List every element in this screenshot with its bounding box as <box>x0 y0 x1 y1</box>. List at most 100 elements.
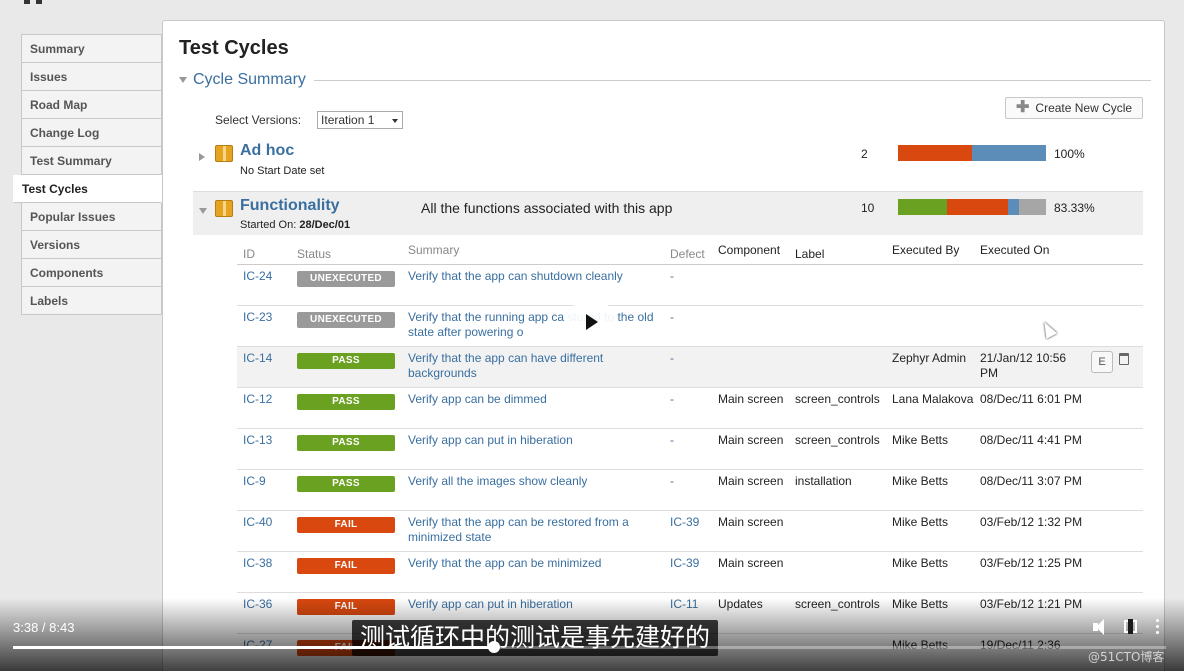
executed-on-cell <box>980 269 1085 305</box>
defect-link[interactable]: - <box>670 474 718 510</box>
cycle-summary-header[interactable]: Cycle Summary <box>179 69 1151 91</box>
col-executed-by-header[interactable]: Executed By <box>892 243 980 264</box>
package-icon <box>215 145 233 162</box>
executed-by-cell: Lana Malakova <box>892 392 974 406</box>
defect-link[interactable]: - <box>670 351 718 387</box>
table-row[interactable]: IC-40 FAIL Verify that the app can be rest… <box>237 511 1143 552</box>
create-new-cycle-button[interactable]: ✚ Create New Cycle <box>1005 97 1143 119</box>
cycle-name[interactable]: Functionality <box>240 197 340 215</box>
expand-arrow-icon[interactable] <box>199 153 205 161</box>
defect-link[interactable]: - <box>670 433 718 469</box>
cycle-name[interactable]: Ad hoc <box>240 142 294 160</box>
row-actions <box>1085 310 1143 346</box>
table-row[interactable]: IC-23 UNEXECUTED Verify that the running a… <box>237 306 1143 347</box>
collapse-arrow-icon[interactable] <box>199 208 207 214</box>
table-row[interactable]: IC-12 PASS Verify app can be dimmed - Main s… <box>237 388 1143 429</box>
status-badge[interactable]: PASS <box>297 476 395 492</box>
test-id-link[interactable]: IC-13 <box>237 433 297 469</box>
cycle-test-count: 10 <box>861 201 875 215</box>
sidebar-item-change-log[interactable]: Change Log <box>21 119 162 147</box>
test-id-link[interactable]: IC-24 <box>237 269 297 305</box>
sidebar-item-road-map[interactable]: Road Map <box>21 91 162 119</box>
trash-icon[interactable] <box>1119 353 1129 365</box>
test-summary-link[interactable]: Verify that the app can be minimized <box>408 556 670 592</box>
test-id-link[interactable]: IC-14 <box>237 351 297 387</box>
row-actions <box>1085 433 1143 469</box>
table-row[interactable]: IC-13 PASS Verify app can put in hiberatio… <box>237 429 1143 470</box>
row-actions <box>1085 556 1143 592</box>
sidebar-item-issues[interactable]: Issues <box>21 63 162 91</box>
status-cell: FAIL <box>297 556 408 592</box>
video-seek-bar[interactable] <box>13 641 1166 653</box>
play-icon[interactable] <box>567 298 615 346</box>
status-badge[interactable]: UNEXECUTED <box>297 271 395 287</box>
test-id-link[interactable]: IC-23 <box>237 310 297 346</box>
sidebar-item-test-cycles[interactable]: Test Cycles <box>13 175 162 203</box>
table-row[interactable]: IC-24 UNEXECUTED Verify that the app can s… <box>237 265 1143 306</box>
volume-icon[interactable] <box>1093 619 1111 635</box>
col-status-header[interactable]: Status <box>297 243 408 264</box>
table-row[interactable]: IC-38 FAIL Verify that the app can be mini… <box>237 552 1143 593</box>
executed-on-cell: 03/Feb/12 1:32 PM <box>980 515 1083 529</box>
test-summary-link[interactable]: Verify all the images show cleanly <box>408 474 670 510</box>
section-divider <box>313 79 1151 81</box>
table-row[interactable]: IC-9 PASS Verify all the images show clean… <box>237 470 1143 511</box>
test-id-link[interactable]: IC-38 <box>237 556 297 592</box>
sidebar-item-test-summary[interactable]: Test Summary <box>21 147 162 175</box>
status-cell: PASS <box>297 392 408 428</box>
sidebar-item-popular-issues[interactable]: Popular Issues <box>21 203 162 231</box>
more-options-icon[interactable] <box>1156 619 1160 635</box>
col-component-header[interactable]: Component <box>718 243 795 264</box>
defect-link[interactable]: - <box>670 310 718 346</box>
test-id-link[interactable]: IC-9 <box>237 474 297 510</box>
col-defect-header[interactable]: Defect <box>670 243 718 264</box>
defect-link[interactable]: - <box>670 269 718 305</box>
table-row[interactable]: IC-14 PASS Verify that the app can have di… <box>237 347 1143 388</box>
video-subtitle: 测试循环中的测试是事先建好的 <box>352 620 719 656</box>
cycle-percent: 83.33% <box>1054 201 1095 215</box>
test-summary-link[interactable]: Verify that the app can have different b… <box>408 351 670 387</box>
edit-button[interactable]: E <box>1091 351 1113 373</box>
component-cell <box>718 351 795 387</box>
status-badge[interactable]: UNEXECUTED <box>297 312 395 328</box>
executed-on-cell: 08/Dec/11 4:41 PM <box>980 433 1082 447</box>
row-actions <box>1085 515 1143 551</box>
executed-on-cell: 08/Dec/11 6:01 PM <box>980 392 1082 406</box>
col-executed-on-header[interactable]: Executed On <box>980 243 1085 264</box>
fullscreen-icon[interactable] <box>1124 619 1137 634</box>
col-summary-header[interactable]: Summary <box>408 243 670 264</box>
test-summary-link[interactable]: Verify that the app can be restored from… <box>408 515 670 551</box>
sidebar-item-components[interactable]: Components <box>21 259 162 287</box>
test-summary-link[interactable]: Verify app can put in hiberation <box>408 433 670 469</box>
test-summary-link[interactable]: Verify that the app can shutdown cleanly <box>408 269 670 305</box>
status-badge[interactable]: PASS <box>297 394 395 410</box>
test-id-link[interactable]: IC-12 <box>237 392 297 428</box>
cycle-adhoc[interactable]: Ad hoc No Start Date set 2 100% <box>193 141 1143 185</box>
defect-link[interactable]: - <box>670 392 718 428</box>
status-cell: UNEXECUTED <box>297 310 408 346</box>
collapse-caret-icon[interactable] <box>179 77 187 83</box>
status-badge[interactable]: PASS <box>297 435 395 451</box>
col-id-header[interactable]: ID <box>237 243 297 264</box>
sidebar-item-summary[interactable]: Summary <box>21 35 162 63</box>
page-title: Test Cycles <box>179 37 289 59</box>
test-id-link[interactable]: IC-40 <box>237 515 297 551</box>
status-badge[interactable]: FAIL <box>297 517 395 533</box>
test-summary-link[interactable]: Verify that the running app ca stored to… <box>408 310 670 346</box>
defect-link[interactable]: IC-39 <box>670 515 718 551</box>
col-label-header[interactable]: Label <box>795 243 892 264</box>
executed-by-cell: Mike Betts <box>892 474 949 488</box>
status-badge[interactable]: FAIL <box>297 558 395 574</box>
cycle-progress-bar <box>898 145 1046 161</box>
sidebar-item-versions[interactable]: Versions <box>21 231 162 259</box>
cycle-functionality[interactable]: Functionality Started On: 28/Dec/01 All … <box>193 191 1143 235</box>
test-summary-link[interactable]: Verify app can be dimmed <box>408 392 670 428</box>
executed-on-cell <box>980 310 1085 346</box>
component-cell: Main screen <box>718 433 784 447</box>
sidebar-item-labels[interactable]: Labels <box>21 287 162 315</box>
version-dropdown[interactable]: Iteration 1 <box>317 111 404 129</box>
status-cell: FAIL <box>297 515 408 551</box>
status-badge[interactable]: PASS <box>297 353 395 369</box>
component-cell: Main screen <box>718 392 784 406</box>
defect-link[interactable]: IC-39 <box>670 556 718 592</box>
